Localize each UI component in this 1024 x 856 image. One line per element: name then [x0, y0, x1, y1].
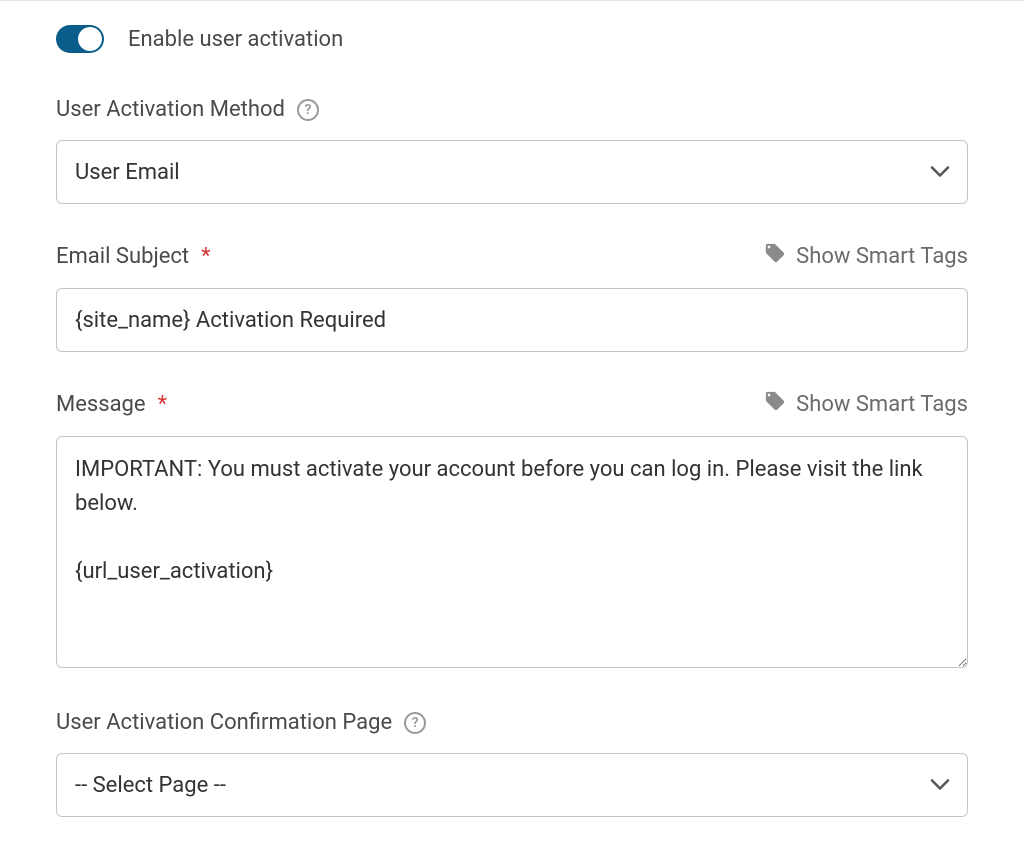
email-subject-label: Email Subject: [56, 244, 189, 269]
enable-activation-toggle[interactable]: [56, 25, 104, 53]
toggle-knob: [78, 27, 102, 51]
activation-method-select-wrapper: User Email: [56, 140, 968, 204]
required-indicator: *: [158, 392, 167, 417]
activation-method-select[interactable]: User Email: [56, 140, 968, 204]
confirmation-page-selected: -- Select Page --: [75, 773, 226, 798]
message-smart-tags-link[interactable]: Show Smart Tags: [764, 390, 968, 418]
activation-method-selected: User Email: [75, 160, 180, 185]
email-subject-group: Email Subject * Show Smart Tags: [56, 242, 968, 352]
confirmation-page-label-row: User Activation Confirmation Page ?: [56, 710, 968, 735]
email-subject-smart-tags-text: Show Smart Tags: [796, 244, 968, 269]
enable-activation-label: Enable user activation: [128, 27, 343, 52]
email-subject-label-left: Email Subject *: [56, 244, 211, 269]
message-textarea[interactable]: [56, 436, 968, 668]
confirmation-page-select[interactable]: -- Select Page --: [56, 753, 968, 817]
email-subject-label-row: Email Subject * Show Smart Tags: [56, 242, 968, 270]
activation-method-label: User Activation Method: [56, 97, 285, 122]
confirmation-page-label: User Activation Confirmation Page: [56, 710, 392, 735]
message-group: Message * Show Smart Tags: [56, 390, 968, 672]
tag-icon: [764, 390, 786, 418]
confirmation-page-select-wrapper: -- Select Page --: [56, 753, 968, 817]
enable-activation-toggle-row: Enable user activation: [56, 25, 968, 53]
message-label: Message: [56, 392, 146, 417]
required-indicator: *: [201, 244, 210, 269]
activation-method-label-left: User Activation Method ?: [56, 97, 319, 122]
email-subject-smart-tags-link[interactable]: Show Smart Tags: [764, 242, 968, 270]
confirmation-page-group: User Activation Confirmation Page ? -- S…: [56, 710, 968, 817]
help-icon[interactable]: ?: [297, 99, 319, 121]
tag-icon: [764, 242, 786, 270]
message-label-left: Message *: [56, 392, 167, 417]
message-label-row: Message * Show Smart Tags: [56, 390, 968, 418]
message-smart-tags-text: Show Smart Tags: [796, 392, 968, 417]
activation-method-group: User Activation Method ? User Email: [56, 97, 968, 204]
email-subject-input[interactable]: [56, 288, 968, 352]
confirmation-page-label-left: User Activation Confirmation Page ?: [56, 710, 426, 735]
help-icon[interactable]: ?: [404, 712, 426, 734]
activation-method-label-row: User Activation Method ?: [56, 97, 968, 122]
